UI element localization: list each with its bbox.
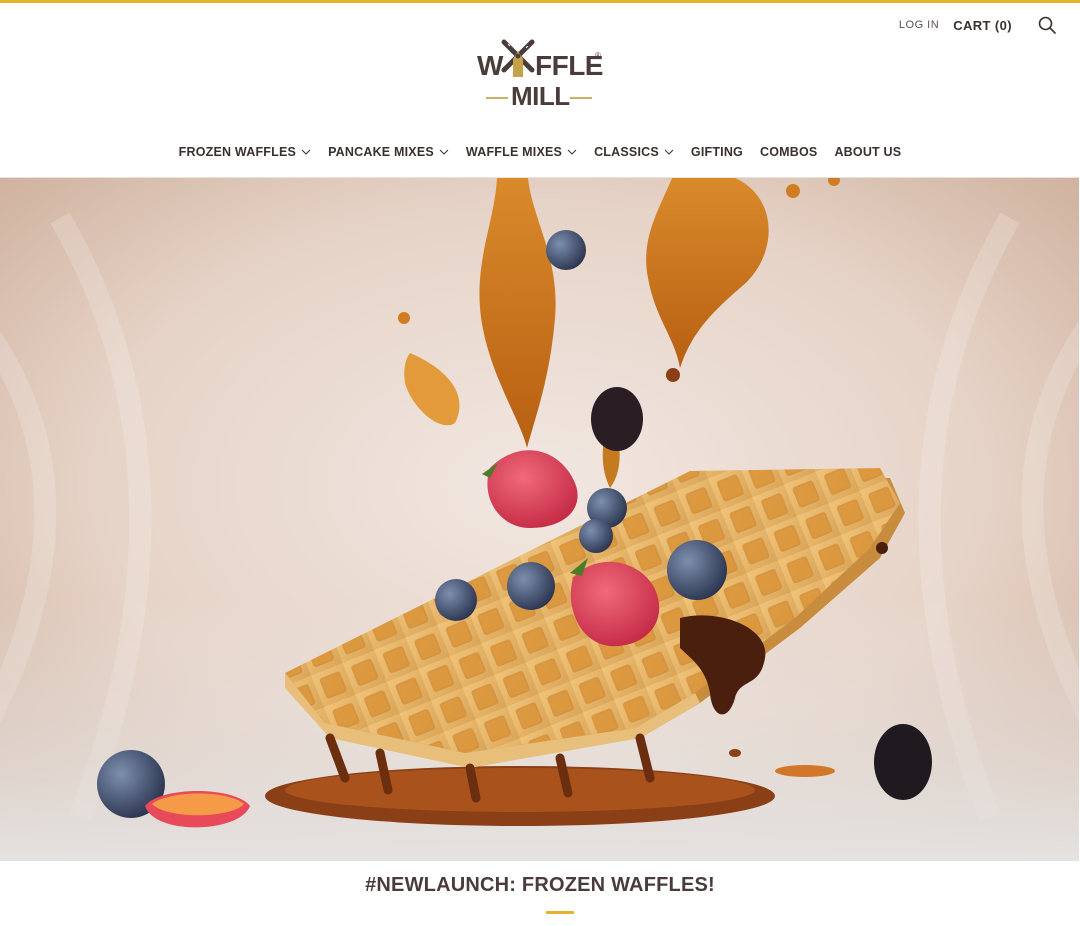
main-nav: FROZEN WAFFLES PANCAKE MIXES WAFFLE MIXE… — [0, 145, 1080, 159]
section-title: #NEWLAUNCH: FROZEN WAFFLES! — [365, 874, 715, 896]
cart-link[interactable]: CART (0) — [953, 18, 1012, 33]
nav-label: FROZEN WAFFLES — [178, 145, 297, 159]
nav-label: CLASSICS — [594, 145, 659, 159]
nav-item-frozen-waffles[interactable]: FROZEN WAFFLES — [179, 145, 311, 159]
nav-label: ABOUT US — [834, 145, 902, 159]
nav-label: WAFFLE MIXES — [465, 145, 563, 159]
login-link[interactable]: LOG IN — [899, 19, 939, 31]
hero-banner[interactable] — [0, 178, 1079, 861]
logo-word-mill: MILL — [511, 81, 570, 111]
nav-label: GIFTING — [690, 145, 743, 159]
utility-bar: LOG IN CART (0) — [899, 14, 1058, 36]
hero-waffle-image — [0, 178, 1079, 861]
nav-label: PANCAKE MIXES — [328, 145, 434, 159]
windmill-icon — [501, 39, 535, 77]
nav-item-about-us[interactable]: ABOUT US — [834, 145, 901, 159]
chevron-down-icon — [301, 149, 311, 155]
nav-label: COMBOS — [759, 145, 818, 159]
logo-rule-right — [570, 97, 592, 99]
chevron-down-icon — [439, 149, 449, 155]
chevron-down-icon — [664, 149, 674, 155]
title-underline — [546, 911, 574, 914]
nav-item-combos[interactable]: COMBOS — [760, 145, 817, 159]
top-accent-bar — [0, 0, 1080, 3]
nav-item-waffle-mixes[interactable]: WAFFLE MIXES — [466, 145, 577, 159]
logo-word-ffle: FFLE — [535, 50, 604, 81]
nav-item-pancake-mixes[interactable]: PANCAKE MIXES — [328, 145, 449, 159]
search-icon[interactable] — [1036, 14, 1058, 36]
nav-item-classics[interactable]: CLASSICS — [594, 145, 674, 159]
brand-logo[interactable]: W FFLE ® MILL — [474, 33, 606, 119]
logo-rule-left — [486, 97, 508, 99]
nav-item-gifting[interactable]: GIFTING — [691, 145, 743, 159]
chevron-down-icon — [567, 149, 577, 155]
registered-mark: ® — [595, 51, 601, 60]
